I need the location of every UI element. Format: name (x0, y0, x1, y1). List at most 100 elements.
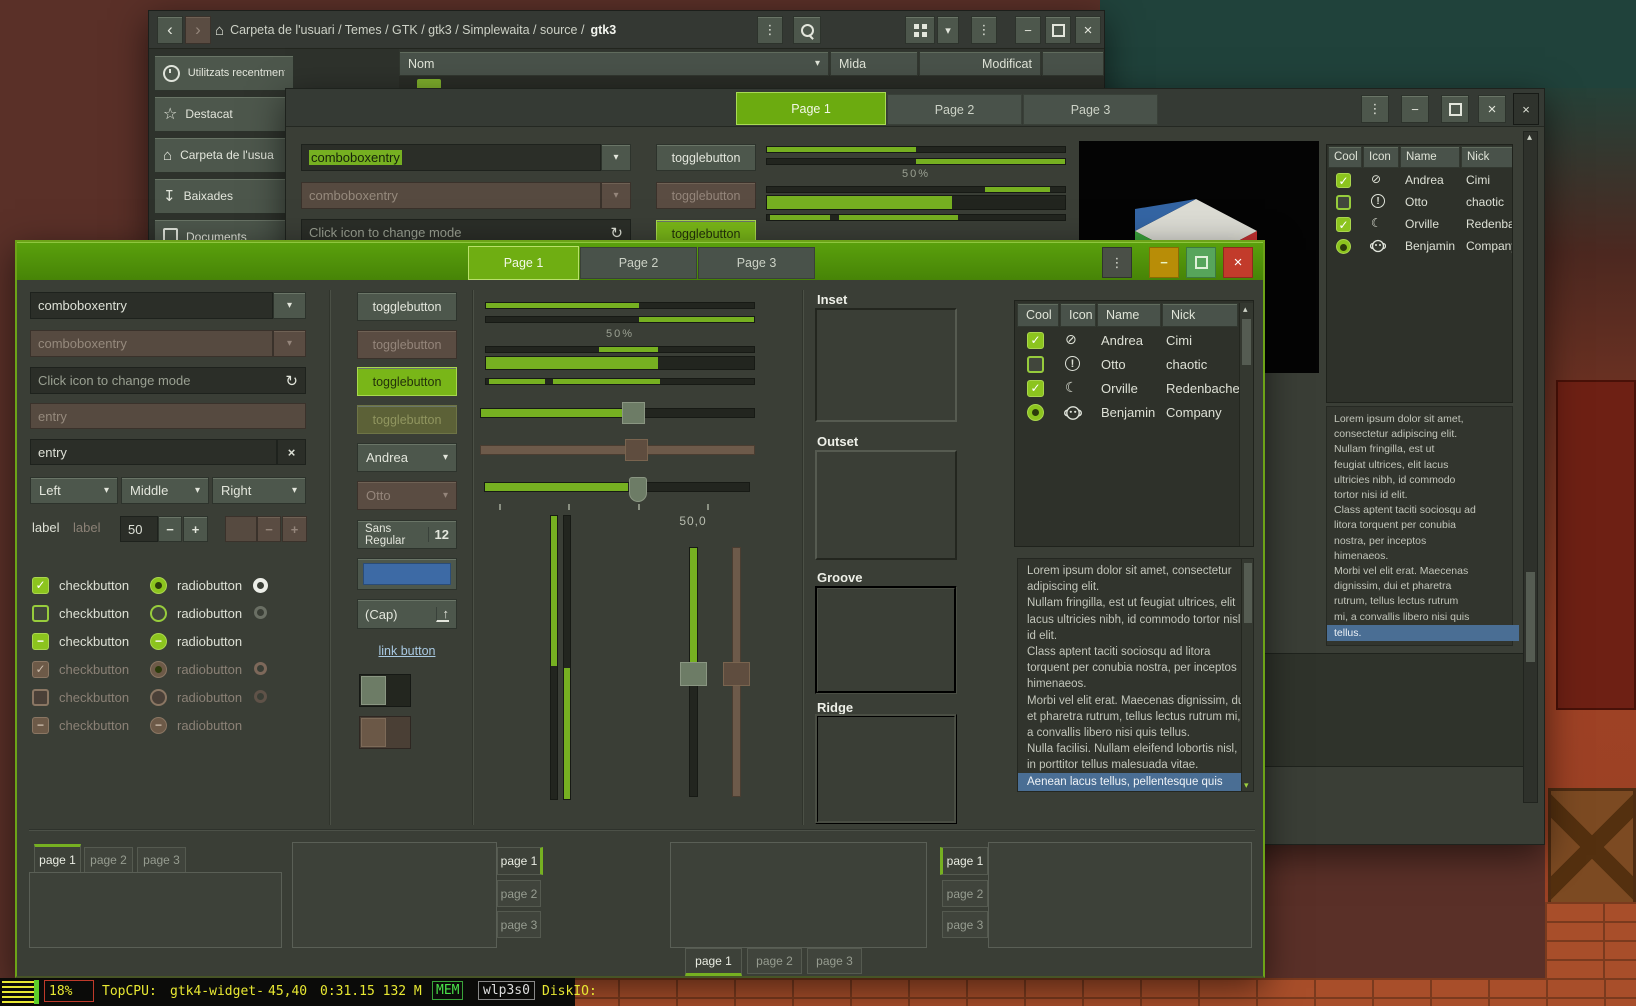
scroll-down-icon[interactable]: ▾ (1244, 780, 1249, 791)
notebook4-tab-page2[interactable]: page 2 (942, 880, 988, 907)
tree-row-check[interactable] (1336, 195, 1351, 210)
view-grid-button[interactable] (905, 16, 935, 44)
entry[interactable]: entry (30, 439, 277, 465)
close-button[interactable]: × (1075, 16, 1101, 44)
tree-cell-nick[interactable]: Cimi (1466, 173, 1490, 187)
tree-cell-nick[interactable]: Redenbacher (1166, 381, 1244, 396)
togglebutton[interactable]: togglebutton (357, 292, 457, 321)
tree-cell-nick[interactable]: Company (1166, 405, 1222, 420)
column-header-size[interactable]: Mida (830, 51, 918, 76)
tab-page1[interactable]: Page 1 (468, 246, 579, 280)
tree-header-icon[interactable]: Icon (1363, 146, 1399, 168)
tab-page3[interactable]: Page 3 (698, 247, 815, 279)
textview[interactable]: Lorem ipsum dolor sit amet, consectetur … (1326, 406, 1513, 646)
tree-row-check[interactable] (1027, 380, 1044, 397)
scrollbar-thumb[interactable] (1526, 572, 1535, 662)
column-header-name[interactable]: Nom ▾ (399, 51, 829, 76)
close-button[interactable]: × (1223, 247, 1253, 278)
tree-row-radio[interactable] (1027, 404, 1044, 421)
scrollbar-thumb[interactable] (1244, 563, 1252, 623)
maximize-button[interactable] (1186, 247, 1216, 278)
view-options-button[interactable]: ▾ (937, 16, 959, 44)
hscale[interactable] (480, 408, 755, 418)
radiobutton-indeterminate[interactable] (150, 633, 167, 650)
window-menu-button[interactable]: ⋮ (1102, 247, 1132, 278)
sidebar-item-downloads[interactable]: ↧ Baixades (154, 178, 294, 214)
column-header-modified[interactable]: Modificat (919, 51, 1041, 76)
hscale-handle[interactable] (622, 402, 645, 424)
tree-cell-nick[interactable]: chaotic (1466, 195, 1504, 209)
tree-cell-name[interactable]: Andrea (1101, 333, 1143, 348)
tree-row-radio[interactable] (1336, 239, 1351, 254)
tab-page2[interactable]: Page 2 (887, 94, 1022, 125)
search-button[interactable] (793, 16, 821, 44)
maximize-button[interactable] (1045, 16, 1071, 44)
sidebar-item-home[interactable]: ⌂ Carpeta de l'usua (154, 137, 294, 173)
spinbutton-value[interactable]: 50 (120, 516, 158, 542)
close-button[interactable]: × (1478, 95, 1506, 123)
sidebar-item-starred[interactable]: ☆ Destacat (154, 96, 294, 132)
combobox-dropdown-button[interactable]: ▾ (273, 292, 306, 319)
link-button[interactable]: link button (357, 644, 457, 658)
notebook4-tab-page1[interactable]: page 1 (940, 847, 988, 875)
tree-cell-name[interactable]: Otto (1405, 195, 1428, 209)
scrollbar-vertical[interactable]: ▴ (1523, 131, 1538, 803)
tab-page2[interactable]: Page 2 (580, 247, 697, 279)
tree-header-name[interactable]: Name (1400, 146, 1460, 168)
entry-clear-button[interactable]: × (277, 439, 306, 465)
scrollbar-vertical[interactable]: ▾ (1241, 559, 1253, 791)
tree-cell-nick[interactable]: Cimi (1166, 333, 1192, 348)
sidebar-item-recent[interactable]: Utilitzats recentment (154, 55, 294, 91)
combobox-middle[interactable]: Middle▾ (121, 477, 209, 504)
minimize-button[interactable]: − (1015, 16, 1041, 44)
menu-button[interactable]: ⋮ (757, 16, 783, 44)
column-header-extra[interactable] (1042, 51, 1104, 76)
tree-header-nick[interactable]: Nick (1461, 146, 1513, 168)
breadcrumb[interactable]: ⌂ Carpeta de l'usuari / Temes / GTK / gt… (215, 11, 755, 49)
icon-entry[interactable]: Click icon to change mode ↻ (30, 367, 306, 394)
notebook4-tab-page3[interactable]: page 3 (942, 911, 988, 938)
checkbutton-checked[interactable] (32, 577, 49, 594)
combobox-dropdown-button[interactable]: ▾ (601, 144, 631, 171)
tree-cell-name[interactable]: Orville (1405, 217, 1439, 231)
scrollbar-vertical[interactable]: ▴ (1239, 303, 1253, 546)
tree-row-check[interactable] (1336, 217, 1351, 232)
back-button[interactable]: ‹ (157, 16, 183, 44)
front-window-titlebar[interactable]: Page 1 Page 2 Page 3 ⋮ − × (17, 242, 1263, 280)
combobox-name[interactable]: Andrea▾ (357, 443, 457, 472)
spin-plus-button[interactable]: + (183, 516, 208, 542)
treeview[interactable]: Cool Icon Name Nick ⊘ Andrea Cimi ! Otto… (1014, 300, 1254, 547)
switch[interactable] (359, 674, 411, 707)
comboboxentry-input[interactable]: comboboxentry (301, 144, 601, 171)
tab-page3[interactable]: Page 3 (1023, 94, 1158, 125)
maximize-button[interactable] (1441, 95, 1469, 123)
tree-header-nick[interactable]: Nick (1162, 303, 1238, 327)
hscale-marks-handle[interactable] (629, 477, 647, 502)
notebook2-tab-page3[interactable]: page 3 (497, 911, 541, 938)
forward-button[interactable]: › (185, 16, 211, 44)
minimize-button[interactable]: − (1149, 247, 1179, 278)
combobox-left[interactable]: Left▾ (30, 477, 118, 504)
notebook3-tab-page1[interactable]: page 1 (685, 948, 742, 976)
refresh-icon[interactable]: ↻ (285, 372, 298, 390)
scrollbar-thumb[interactable] (1242, 319, 1251, 365)
tree-cell-name[interactable]: Benjamin (1101, 405, 1155, 420)
tab-page1[interactable]: Page 1 (736, 92, 886, 125)
tree-row-check[interactable] (1027, 332, 1044, 349)
radiobutton-unchecked[interactable] (150, 605, 167, 622)
back-window-titlebar[interactable]: Page 1 Page 2 Page 3 ⋮ − × × (286, 89, 1544, 127)
togglebutton[interactable]: togglebutton (656, 144, 756, 171)
radio-indicator-dim[interactable] (254, 606, 267, 619)
scroll-up-icon[interactable]: ▴ (1243, 304, 1248, 315)
vscale-handle[interactable] (680, 662, 707, 686)
tree-header-cool[interactable]: Cool (1328, 146, 1362, 168)
tree-header-cool[interactable]: Cool (1017, 303, 1059, 327)
notebook3-tab-page2[interactable]: page 2 (747, 948, 802, 974)
notebook1-tab-page2[interactable]: page 2 (84, 847, 133, 873)
tree-header-icon[interactable]: Icon (1060, 303, 1096, 327)
refresh-icon[interactable]: ↻ (610, 224, 623, 242)
hscale-marks[interactable] (484, 482, 750, 492)
tree-cell-nick[interactable]: chaotic (1166, 357, 1207, 372)
tree-cell-name[interactable]: Orville (1101, 381, 1138, 396)
minimize-button[interactable]: − (1401, 95, 1429, 123)
